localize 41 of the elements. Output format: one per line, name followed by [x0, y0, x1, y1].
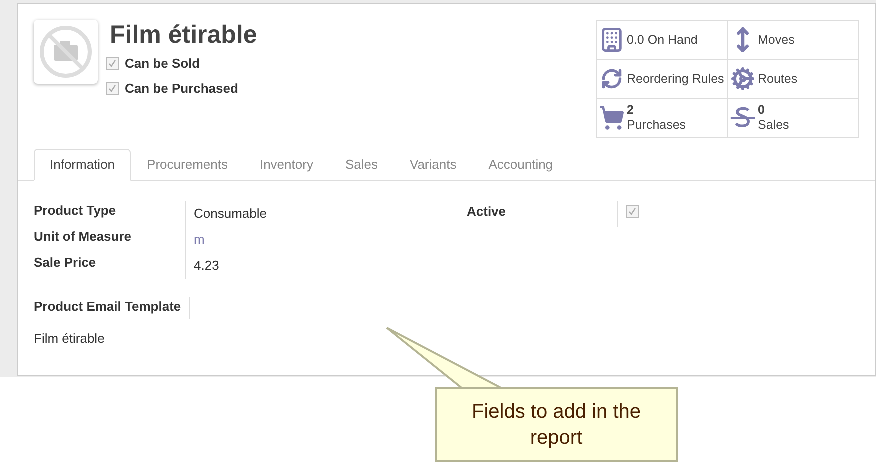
- field-value: Consumable: [193, 205, 267, 223]
- template-text: Film étirable: [34, 330, 106, 348]
- field-label: Product Type: [34, 201, 186, 227]
- stat-label: 0.0 On Hand: [627, 32, 698, 48]
- stat-button[interactable]: Moves: [728, 21, 859, 60]
- checkbox[interactable]: [106, 57, 119, 70]
- field-label: Product Email Template: [34, 297, 190, 319]
- stat-button[interactable]: 0 Sales: [728, 99, 859, 138]
- no-photo-icon: [38, 24, 94, 80]
- field-value[interactable]: m: [186, 227, 205, 250]
- field-label: Sale Price: [34, 253, 186, 279]
- no-image-placeholder[interactable]: [34, 20, 98, 84]
- tab[interactable]: Variants: [394, 149, 473, 180]
- field-value: 4.23: [193, 257, 220, 275]
- stat-count: 2: [627, 103, 635, 118]
- tab[interactable]: Procurements: [131, 149, 244, 180]
- tab[interactable]: Inventory: [244, 149, 330, 180]
- checkbox[interactable]: [106, 82, 119, 95]
- gears-icon: [731, 67, 755, 91]
- checkbox-label: Can be Sold: [125, 55, 200, 73]
- stat-label: Purchases: [627, 118, 686, 133]
- stat-label: Routes: [758, 72, 798, 86]
- stat-button[interactable]: 0.0 On Hand: [597, 21, 728, 60]
- refresh-icon: [601, 68, 623, 90]
- tab[interactable]: Accounting: [472, 149, 570, 180]
- stat-button[interactable]: Routes: [728, 60, 859, 99]
- stat-button[interactable]: Reordering Rules: [597, 60, 728, 99]
- field-label: Active: [467, 201, 618, 227]
- stat-label: Moves: [758, 32, 795, 48]
- field-label: Unit of Measure: [34, 227, 186, 253]
- tab[interactable]: Sales: [329, 149, 394, 180]
- checkbox-label: Can be Purchased: [125, 80, 238, 98]
- stat-label: Sales: [758, 118, 790, 133]
- stat-count: 0: [758, 103, 766, 118]
- tab[interactable]: Information: [34, 149, 132, 181]
- product-title: Film étirable: [110, 20, 258, 50]
- active-checkbox[interactable]: [626, 205, 639, 218]
- stat-label: Reordering Rules: [627, 72, 724, 86]
- cart-icon: [599, 105, 625, 131]
- stat-button[interactable]: 2 Purchases: [597, 99, 728, 138]
- building-icon: [599, 27, 625, 53]
